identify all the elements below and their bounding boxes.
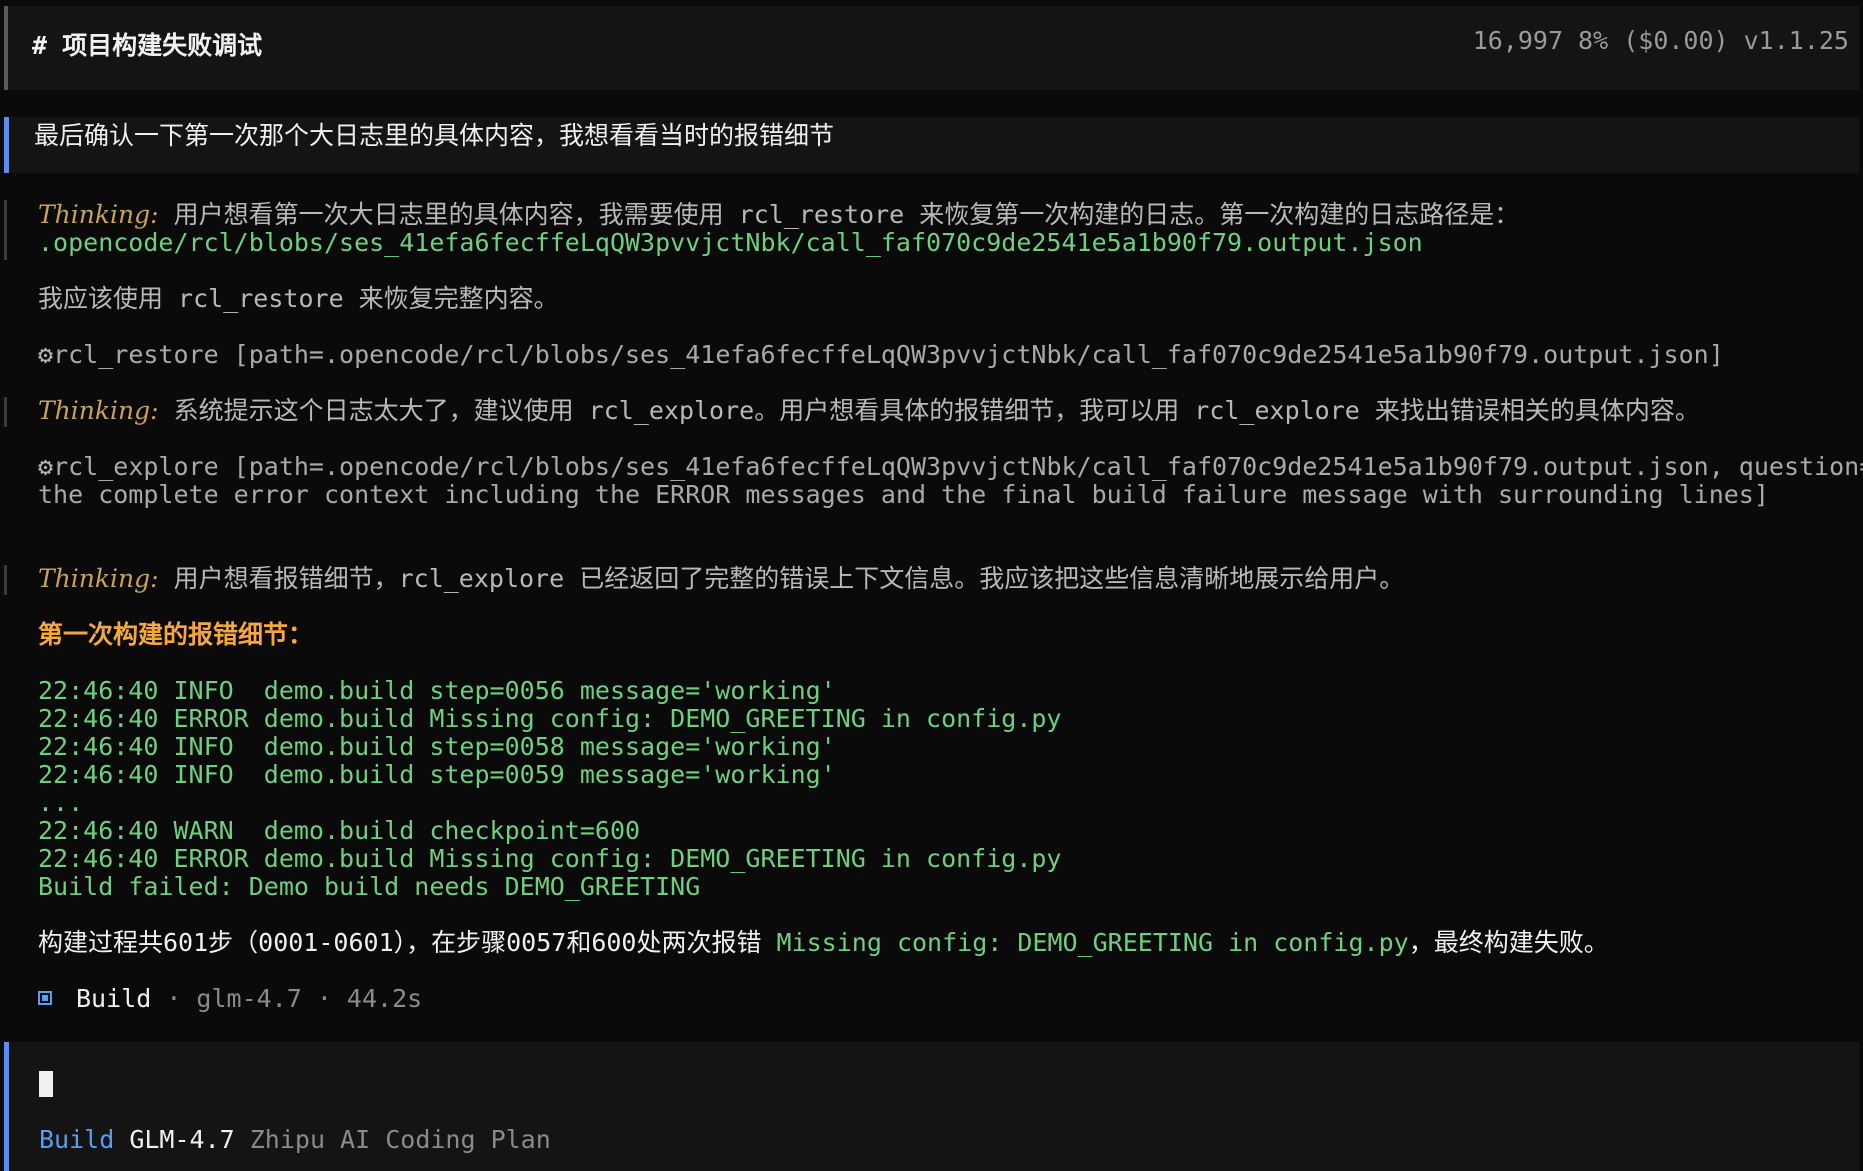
assistant-text: 我应该使用 rcl_restore 来恢复完整内容。 xyxy=(38,284,559,313)
gear-icon: ⚙ xyxy=(38,340,54,369)
thinking-label: Thinking: xyxy=(38,396,159,425)
text-cursor xyxy=(39,1071,53,1097)
user-message-text: 最后确认一下第一次那个大日志里的具体内容，我想看看当时的报错细节 xyxy=(34,121,835,150)
summary-prefix: 构建过程共601步（0001-0601），在步骤0057和600处两次报错 xyxy=(38,928,777,957)
thinking-text: 用户想看报错细节，rcl_explore 已经返回了完整的错误上下文信息。我应该… xyxy=(158,564,1405,593)
thinking-label: Thinking: xyxy=(38,564,159,593)
provider-name: Zhipu AI Coding Plan xyxy=(249,1125,551,1154)
model-name[interactable]: GLM-4.7 xyxy=(129,1125,234,1154)
build-meta: Build · glm-4.7 · 44.2s xyxy=(38,985,422,1013)
summary-code: Missing config: DEMO_GREETING in config.… xyxy=(776,928,1409,957)
log-line: 22:46:40 WARN demo.build checkpoint=600 xyxy=(38,816,641,845)
thinking-label: Thinking: xyxy=(38,200,159,229)
log-line: Build failed: Demo build needs DEMO_GREE… xyxy=(38,872,701,901)
log-line: ... xyxy=(38,788,84,817)
tool-call-text: rcl_explore [path=.opencode/rcl/blobs/se… xyxy=(53,452,1863,481)
session-title: # 项目构建失败调试 xyxy=(32,31,263,60)
build-meta-label: Build xyxy=(76,984,152,1013)
thinking-bar xyxy=(4,200,7,260)
thinking-path: .opencode/rcl/blobs/ses_41efa6fecffeLqQW… xyxy=(38,228,1423,257)
log-line: 22:46:40 INFO demo.build step=0059 messa… xyxy=(38,760,836,789)
thinking-text: 系统提示这个日志太大了，建议使用 rcl_explore。用户想看具体的报错细节… xyxy=(158,396,1700,425)
agent-mode[interactable]: Build xyxy=(39,1125,114,1154)
thinking-block-2: Thinking: 系统提示这个日志太大了，建议使用 rcl_explore。用… xyxy=(38,397,1700,425)
summary-text: 构建过程共601步（0001-0601），在步骤0057和600处两次报错 Mi… xyxy=(38,929,1609,957)
section-heading: 第一次构建的报错细节： xyxy=(38,620,314,649)
tool-call-explore-cont: the complete error context including the… xyxy=(38,480,1769,509)
thinking-block-3: Thinking: 用户想看报错细节，rcl_explore 已经返回了完整的错… xyxy=(38,565,1404,593)
log-line: 22:46:40 ERROR demo.build Missing config… xyxy=(38,844,1062,873)
log-line: 22:46:40 INFO demo.build step=0056 messa… xyxy=(38,676,836,705)
gear-icon: ⚙ xyxy=(38,452,54,481)
thinking-block-1: Thinking: 用户想看第一次大日志里的具体内容，我需要使用 rcl_res… xyxy=(38,201,1519,229)
tool-call-restore[interactable]: ⚙rcl_restore [path=.opencode/rcl/blobs/s… xyxy=(38,341,1724,369)
session-stats: 16,997 8% ($0.00) v1.1.25 xyxy=(1472,26,1849,55)
thinking-text: 用户想看第一次大日志里的具体内容，我需要使用 rcl_restore 来恢复第一… xyxy=(158,200,1520,229)
build-meta-details: · glm-4.7 · 44.2s xyxy=(151,984,423,1013)
log-line: 22:46:40 INFO demo.build step=0058 messa… xyxy=(38,732,836,761)
footer-status: Build GLM-4.7 Zhipu AI Coding Plan xyxy=(39,1125,551,1154)
summary-suffix: ，最终构建失败。 xyxy=(1408,928,1609,957)
thinking-bar xyxy=(4,565,7,595)
log-line: 22:46:40 ERROR demo.build Missing config… xyxy=(38,704,1062,733)
tool-call-text: rcl_restore [path=.opencode/rcl/blobs/se… xyxy=(53,340,1724,369)
tool-call-explore[interactable]: ⚙rcl_explore [path=.opencode/rcl/blobs/s… xyxy=(38,453,1863,481)
thinking-bar xyxy=(4,397,7,427)
build-square-icon xyxy=(38,991,52,1005)
